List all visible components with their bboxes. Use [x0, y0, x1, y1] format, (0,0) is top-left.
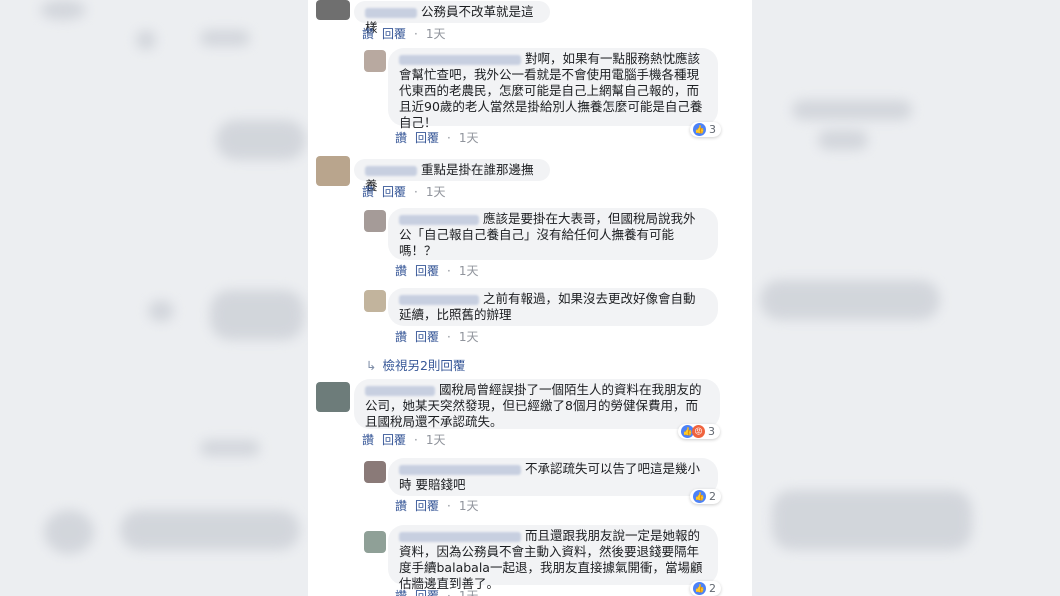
comment-bubble: 國稅局曾經誤掛了一個陌生人的資料在我朋友的公司，她某天突然發現，但已經繳了8個月…	[354, 379, 720, 429]
reply-bubble: 之前有報過，如果沒去更改好像會自動延續，比照舊的辦理	[388, 288, 718, 326]
comment-actions: 讚回覆 · 1天	[362, 433, 446, 447]
angry-reaction-icon: 😡	[692, 425, 705, 438]
reply-actions: 讚回覆 · 1天	[395, 264, 479, 278]
reply-actions: 讚回覆 · 1天	[395, 330, 479, 344]
reaction-count[interactable]: 👍 2	[690, 489, 721, 504]
blurred-username[interactable]	[399, 294, 479, 305]
reply-link[interactable]: 回覆	[415, 330, 439, 344]
avatar[interactable]	[364, 461, 386, 483]
avatar[interactable]	[316, 382, 350, 412]
reply-actions: 讚回覆 · 1天	[395, 499, 479, 513]
avatar[interactable]	[364, 210, 386, 232]
avatar[interactable]	[364, 290, 386, 312]
like-link[interactable]: 讚	[395, 589, 407, 596]
like-link[interactable]: 讚	[395, 264, 407, 278]
timestamp[interactable]: 1天	[459, 330, 479, 344]
reply-bubble: 而且還跟我朋友說一定是她報的資料，因為公務員不會主動入資料，然後要退錢要隔年度手…	[388, 525, 718, 591]
reply-bubble: 對啊，如果有一點服務熱忱應該會幫忙查吧，我外公一看就是不會使用電腦手機各種現代東…	[388, 48, 718, 130]
reply-link[interactable]: 回覆	[415, 589, 439, 596]
timestamp[interactable]: 1天	[459, 264, 479, 278]
like-link[interactable]: 讚	[362, 433, 374, 447]
blurred-background-right	[752, 0, 1060, 596]
blurred-username[interactable]	[365, 385, 435, 396]
reply-actions: 讚回覆 · 1天	[395, 587, 487, 596]
avatar[interactable]	[316, 0, 350, 20]
comment-bubble: 重點是掛在誰那邊撫養	[354, 159, 550, 193]
timestamp[interactable]: 1天	[426, 185, 446, 199]
avatar[interactable]	[316, 156, 350, 186]
comment-thread: 公務員不改革就是這樣 讚回覆 · 1天 對啊，如果有一點服務熱忱應該會幫忙查吧，我外…	[308, 0, 752, 596]
comment-actions: 讚回覆 · 1天	[362, 185, 446, 199]
like-link[interactable]: 讚	[395, 499, 407, 513]
like-reaction-icon: 👍	[693, 582, 706, 595]
reply-link[interactable]: 回覆	[382, 185, 406, 199]
blurred-username[interactable]	[365, 7, 417, 18]
comment-bubble: 公務員不改革就是這樣	[354, 1, 550, 35]
reply-link[interactable]: 回覆	[415, 131, 439, 145]
timestamp[interactable]: 1天	[426, 433, 446, 447]
like-reaction-icon: 👍	[693, 123, 706, 136]
reply-bubble: 應該是要掛在大表哥，但國稅局說我外公「自己報自己養自己」沒有給任何人撫養有可能嗎…	[388, 208, 718, 260]
blurred-background-left	[0, 0, 308, 596]
avatar[interactable]	[364, 50, 386, 72]
like-link[interactable]: 讚	[362, 27, 374, 41]
like-link[interactable]: 讚	[395, 131, 407, 145]
blurred-username[interactable]	[399, 464, 521, 475]
blurred-username[interactable]	[399, 54, 521, 65]
reply-link[interactable]: 回覆	[415, 499, 439, 513]
blurred-username[interactable]	[399, 531, 521, 542]
reaction-count[interactable]: 👍 3	[690, 122, 721, 137]
like-link[interactable]: 讚	[395, 330, 407, 344]
timestamp[interactable]: 1天	[459, 131, 479, 145]
comment-actions: 讚回覆 · 1天	[362, 27, 446, 41]
avatar[interactable]	[364, 531, 386, 553]
like-reaction-icon: 👍	[693, 490, 706, 503]
reaction-count[interactable]: 👍 2	[690, 581, 721, 596]
reply-link[interactable]: 回覆	[382, 433, 406, 447]
reaction-count[interactable]: 👍 😡 3	[678, 424, 720, 439]
timestamp[interactable]: 1天	[459, 499, 479, 513]
timestamp[interactable]: 1天	[459, 589, 479, 596]
reply-link[interactable]: 回覆	[415, 264, 439, 278]
reply-actions: 讚回覆 · 1天	[395, 131, 479, 145]
reply-bubble: 不承認疏失可以告了吧這是幾小時 要賠錢吧	[388, 458, 718, 496]
blurred-username[interactable]	[399, 214, 479, 225]
reply-arrow-icon: ↳	[366, 358, 377, 373]
timestamp[interactable]: 1天	[426, 27, 446, 41]
view-more-replies-link[interactable]: ↳ 檢視另2則回覆	[366, 355, 465, 374]
like-link[interactable]: 讚	[362, 185, 374, 199]
reply-link[interactable]: 回覆	[382, 27, 406, 41]
blurred-username[interactable]	[365, 165, 417, 176]
